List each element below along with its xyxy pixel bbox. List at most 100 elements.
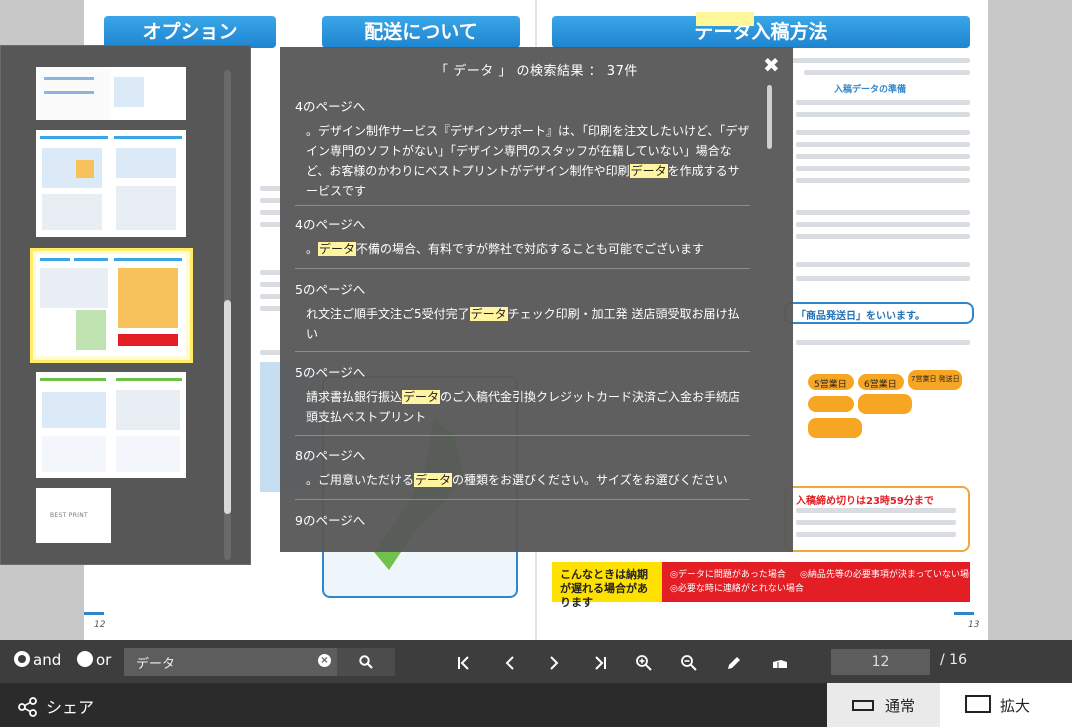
text-line — [796, 340, 970, 345]
text-line — [796, 532, 956, 537]
result-snippet[interactable]: 請求書払銀行振込データのご入稿代金引換クレジットカード決済ご入金お手続店頭支払ベ… — [306, 387, 750, 427]
warning-option: ◎データに問題があった場合 — [670, 570, 786, 580]
section-data-submission-heading: データ入稿方法 — [552, 16, 970, 48]
note-deadline: 入稿締め切りは23時59分まで — [796, 496, 934, 507]
pencil-icon — [728, 657, 740, 669]
left-page-number: 12 — [94, 620, 106, 630]
result-separator — [295, 268, 750, 269]
page-number-input[interactable] — [831, 649, 930, 675]
result-page-link[interactable]: 8のページへ — [295, 445, 365, 464]
result-snippet[interactable]: 。データ不備の場合、有料ですが弊社で対応することも可能でございます — [306, 239, 750, 259]
thumb-block — [42, 436, 106, 472]
text-line — [804, 70, 970, 75]
search-hit: データ — [629, 164, 668, 178]
result-page-link[interactable]: 4のページへ — [295, 96, 365, 115]
result-snippet[interactable]: れ文注ご順手文注ご5受付完了データチェック印刷・加工発 送店頭受取お届け払い — [306, 304, 750, 344]
text-line — [796, 142, 970, 147]
normal-mode-label: 通常 — [885, 697, 916, 715]
result-page-link[interactable]: 5のページへ — [295, 279, 365, 298]
text-line — [796, 178, 970, 183]
search-results-title: 「 データ 」 の検索結果 ： 37件 — [435, 64, 638, 79]
warning-option: ◎納品先等の必要事項が決まっていない場合 — [800, 570, 979, 580]
text-line — [796, 276, 970, 281]
step-label: 5営業日 — [814, 380, 847, 390]
step-pill — [858, 394, 912, 414]
warning-options: ◎データに問題があった場合 ◎必要な時に連絡がとれない場合 — [670, 568, 804, 596]
and-radio[interactable]: and — [14, 651, 61, 673]
zoom-out-icon — [681, 655, 697, 671]
search-button[interactable] — [337, 648, 395, 676]
first-page-icon — [458, 656, 469, 670]
pen-button[interactable] — [723, 652, 745, 674]
snippet-text: 請求書払銀行振込 — [306, 390, 403, 404]
thumb-line — [116, 378, 182, 381]
result-page-link[interactable]: 5のページへ — [295, 362, 365, 381]
thumbnail-scroll-handle[interactable] — [224, 300, 231, 514]
radio-dot — [77, 651, 93, 667]
last-page-icon — [595, 656, 606, 670]
zoom-view-icon — [965, 695, 991, 713]
close-icon[interactable]: ✖ — [763, 53, 780, 77]
normal-mode-button[interactable]: 通常 — [827, 683, 940, 727]
share-button[interactable]: シェア — [18, 694, 94, 718]
zoom-in-icon — [636, 655, 652, 671]
thumb-line — [40, 136, 108, 139]
share-icon — [18, 697, 37, 717]
thumb-line — [44, 91, 94, 94]
thumbnail-page-2[interactable] — [36, 130, 186, 237]
thumb-block — [42, 392, 106, 428]
clear-search-icon[interactable]: × — [318, 654, 331, 667]
result-page-link[interactable]: 4のページへ — [295, 214, 365, 233]
search-hit: データ — [414, 473, 453, 487]
warning-title: こんなときは納期が遅れる場合があります — [552, 562, 662, 609]
thumb-block — [116, 148, 176, 178]
thumbnail-back-cover[interactable]: BEST PRINT — [36, 488, 111, 543]
result-separator — [295, 499, 750, 500]
text-line — [796, 262, 970, 267]
thumb-block — [116, 186, 176, 230]
next-page-button[interactable] — [543, 652, 565, 674]
thumb-block — [118, 268, 178, 328]
eraser-button[interactable] — [769, 652, 791, 674]
thumb-block — [76, 160, 94, 178]
chevron-right-icon — [550, 656, 559, 670]
text-line — [796, 166, 970, 171]
thumbnail-page-12-current[interactable] — [36, 254, 186, 356]
warning-option: ◎必要な時に連絡がとれない場合 — [670, 584, 804, 594]
list-icon[interactable] — [254, 56, 276, 78]
thumb-block — [116, 436, 180, 472]
text-line — [796, 210, 970, 215]
normal-view-icon — [852, 700, 874, 711]
text-line — [796, 112, 970, 117]
text-line — [796, 100, 970, 105]
search-input[interactable] — [124, 648, 337, 676]
last-page-button[interactable] — [589, 652, 611, 674]
thumb-line — [40, 258, 70, 261]
text-line — [784, 58, 970, 63]
result-snippet[interactable]: 。ご用意いただけるデータの種類をお選びください。サイズをお選びください — [306, 470, 750, 490]
or-radio[interactable]: or — [77, 651, 111, 673]
zoom-out-button[interactable] — [678, 652, 700, 674]
prev-page-button[interactable] — [499, 652, 521, 674]
result-page-link[interactable]: 9のページへ — [295, 510, 365, 529]
thumbnail-page-14[interactable] — [36, 372, 186, 478]
zoom-mode-button[interactable]: 拡大 — [940, 683, 1072, 727]
snippet-text: 。ご用意いただける — [306, 473, 415, 487]
thumbnail-page-1[interactable] — [36, 67, 186, 120]
results-scroll-handle[interactable] — [767, 85, 772, 149]
thumb-block — [118, 334, 178, 346]
result-separator — [295, 351, 750, 352]
result-snippet[interactable]: 。デザイン制作サービス『デザインサポート』は、「印刷を注文したいけど、「デザイン… — [306, 121, 750, 201]
eraser-icon — [773, 660, 787, 668]
page-rule-left — [84, 612, 104, 615]
first-page-button[interactable] — [453, 652, 475, 674]
thumb-block — [42, 194, 102, 230]
thumb-block — [116, 390, 180, 430]
search-results-panel: 「 データ 」 の検索結果 ： 37件 ✖ 4のページへ 。デザイン制作サービス… — [280, 47, 793, 552]
text-line — [796, 130, 970, 135]
search-icon — [359, 655, 373, 669]
thumb-line — [114, 258, 182, 261]
page-total: / 16 — [940, 652, 967, 668]
snippet-text: れ文注ご順手文注ご5受付完了 — [306, 307, 470, 321]
zoom-in-button[interactable] — [633, 652, 655, 674]
